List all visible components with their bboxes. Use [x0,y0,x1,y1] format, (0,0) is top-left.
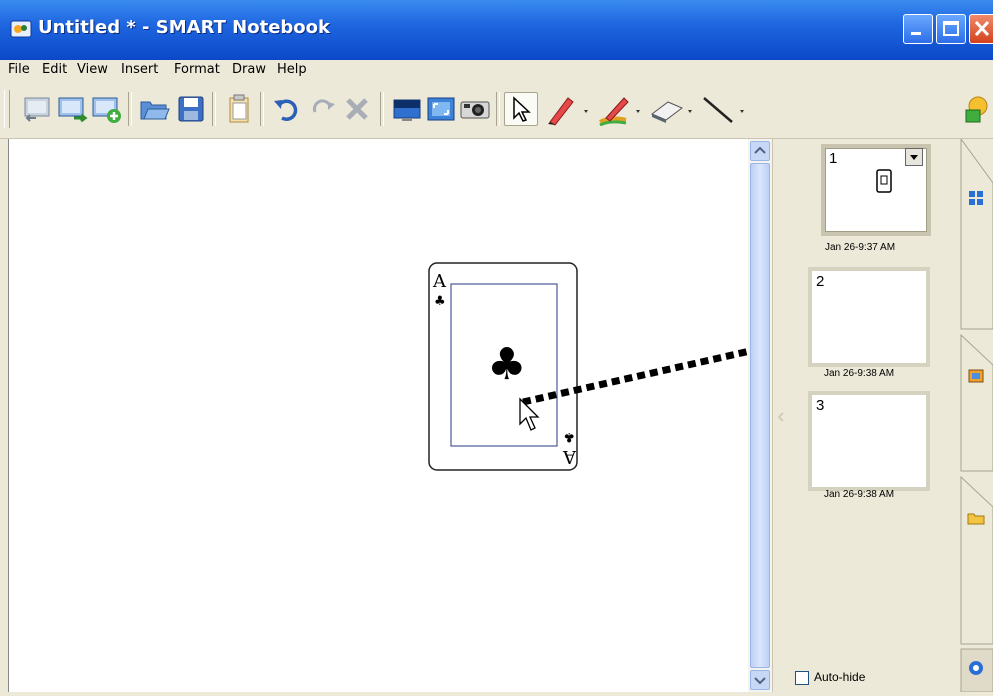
folder-icon [967,513,985,525]
menu-draw[interactable]: Draw [232,62,266,77]
toolbar-grip[interactable] [4,90,10,128]
full-screen-icon[interactable] [424,92,458,126]
smart-notebook-icon [10,20,32,38]
page-date: Jan 26-9:38 AM [824,489,895,500]
toolbar-separator [380,92,384,126]
page-sorter-icon [969,191,983,205]
vertical-scrollbar[interactable] [748,139,772,692]
page-number: 2 [816,273,825,290]
select-arrow-icon [513,96,531,122]
menu-bar: File Edit View Insert Format Draw Help [0,60,993,82]
menu-view[interactable]: View [77,62,108,77]
chevron-down-icon [754,677,766,685]
card-rank-bottom: A [562,446,577,467]
toolbar-separator [128,92,132,126]
eraser-tool-icon[interactable] [648,92,696,126]
window-title: Untitled * - SMART Notebook [38,17,330,38]
menu-format[interactable]: Format [174,62,220,77]
page-date: Jan 26-9:37 AM [825,242,896,253]
maximize-button[interactable] [936,14,966,44]
screen-capture-icon[interactable] [458,92,492,126]
scroll-up-button[interactable] [750,141,770,161]
menu-file[interactable]: File [8,62,30,77]
auto-hide-checkbox[interactable] [795,671,809,685]
add-page-icon[interactable] [90,92,124,126]
undo-icon[interactable] [270,92,304,126]
page-date: Jan 26-9:38 AM [824,368,895,379]
redo-icon[interactable] [306,92,340,126]
creative-pen-tool-icon[interactable] [596,92,644,126]
line-tool-icon[interactable] [700,92,748,126]
page-thumbnail[interactable]: 1 [821,144,931,236]
maximize-icon [943,21,959,36]
scroll-down-button[interactable] [750,670,770,690]
mini-card-icon [876,169,892,193]
page-menu-button[interactable] [905,148,923,166]
title-bar: Untitled * - SMART Notebook [0,0,993,60]
menu-help[interactable]: Help [277,62,307,77]
tab-strip-graphics [960,137,993,693]
card-suit-top: ♣ [434,294,446,309]
page-number: 1 [829,150,838,167]
toolbar-separator [260,92,264,126]
tab-page-sorter[interactable] [967,189,985,207]
dropdown-arrow-icon [910,155,918,160]
menu-insert[interactable]: Insert [121,62,158,77]
playing-card[interactable]: A ♣ ♣ A ♣ [428,262,578,471]
card-suit-bottom: ♣ [563,429,575,444]
select-tool-button[interactable] [504,92,538,126]
tab-gallery[interactable] [967,367,985,385]
auto-hide-label: Auto-hide [814,670,866,684]
tab-attachments[interactable] [967,509,985,527]
paste-icon[interactable] [222,92,256,126]
toolbar [0,82,993,139]
shapes-tool-icon[interactable] [958,92,992,126]
minimize-button[interactable] [903,14,933,44]
toolbar-separator [212,92,216,126]
next-page-icon[interactable] [56,92,90,126]
panel-splitter-handle[interactable] [777,411,785,423]
scroll-thumb[interactable] [750,163,770,668]
card-rank-top: A [432,271,447,292]
page-thumbnail[interactable]: 2 [808,267,930,367]
whiteboard-canvas[interactable]: A ♣ ♣ A ♣ [8,139,749,692]
toolbar-separator [496,92,500,126]
minimize-icon [911,32,921,35]
page-number: 3 [816,397,825,414]
close-icon [974,20,990,37]
properties-icon [969,661,983,675]
previous-page-icon[interactable] [22,92,56,126]
open-folder-icon[interactable] [138,92,172,126]
page-thumbnail[interactable]: 3 [808,391,930,491]
chevron-up-icon [754,146,766,154]
card-suit-center: ♣ [487,339,526,390]
canvas-drawing: A ♣ ♣ A ♣ [428,262,749,471]
save-icon[interactable] [174,92,208,126]
tab-properties[interactable] [967,659,985,677]
side-tab-strip [955,137,993,693]
menu-edit[interactable]: Edit [42,62,67,77]
gallery-icon [968,369,984,383]
delete-icon[interactable] [340,92,374,126]
pen-tool-icon[interactable] [544,92,592,126]
close-button[interactable] [969,14,993,44]
screen-shade-icon[interactable] [390,92,424,126]
